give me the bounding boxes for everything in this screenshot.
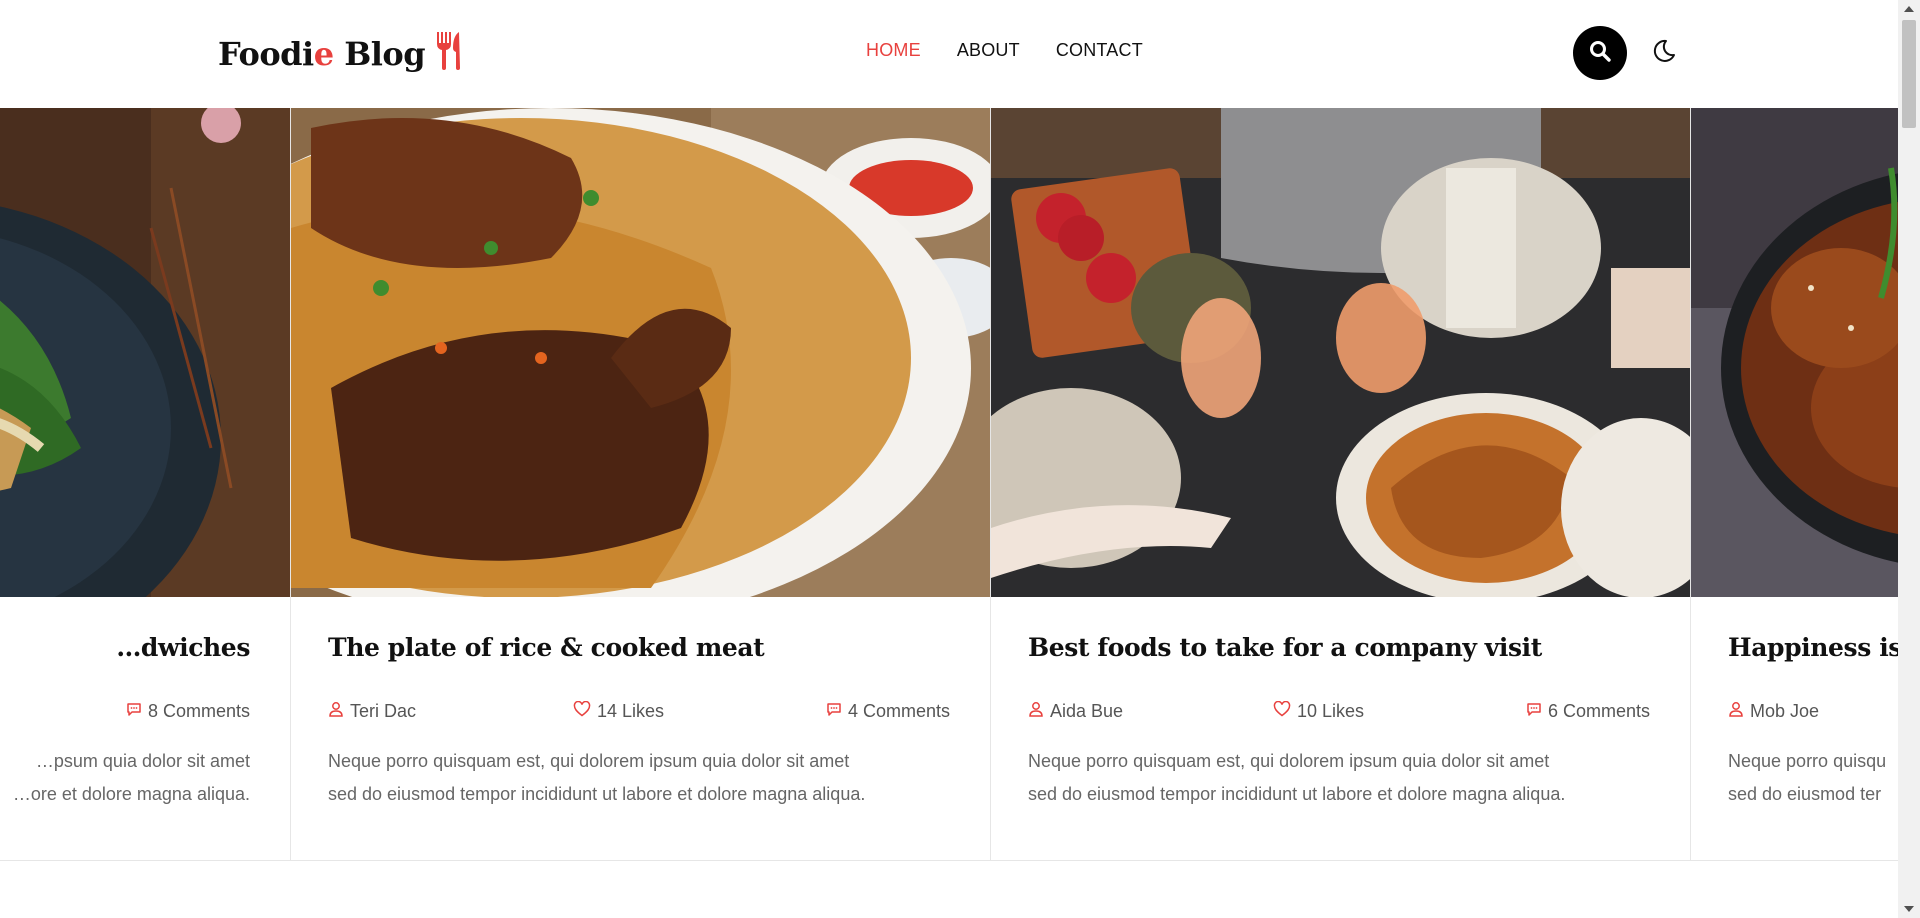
scroll-up-arrow-icon[interactable] xyxy=(1898,0,1920,18)
site-logo[interactable]: Foodi e Blog xyxy=(218,30,467,78)
theme-toggle-button[interactable] xyxy=(1648,38,1678,68)
post-likes-label: 10 Likes xyxy=(1297,701,1365,721)
post-comments[interactable]: 8 Comments xyxy=(126,701,250,722)
post-title[interactable]: Best foods to take for a company visit xyxy=(1028,633,1542,662)
scrollbar-thumb[interactable] xyxy=(1902,20,1916,128)
logo-text-accent: e xyxy=(313,35,334,73)
user-icon xyxy=(328,701,344,722)
post-title[interactable]: …dwiches xyxy=(116,633,250,662)
post-card[interactable]: Best foods to take for a company visit A… xyxy=(991,108,1691,860)
logo-text-part2: Blog xyxy=(333,35,426,73)
post-meta: 8 Comments xyxy=(0,701,250,723)
post-card[interactable]: …dwiches 8 Comments …psum quia dolor sit… xyxy=(0,108,291,860)
excerpt-line-1: …psum quia dolor sit amet xyxy=(35,751,250,771)
search-button[interactable] xyxy=(1573,26,1627,80)
post-excerpt: Neque porro quisqu sed do eiusmod ter xyxy=(1728,745,1898,811)
excerpt-line-2: sed do eiusmod tempor incididunt ut labo… xyxy=(328,784,866,804)
post-comments-label: 8 Comments xyxy=(147,701,250,721)
post-excerpt: Neque porro quisquam est, qui dolorem ip… xyxy=(328,745,968,811)
post-comments-label: 6 Comments xyxy=(1547,701,1650,721)
comment-icon xyxy=(126,701,142,722)
excerpt-line-2: sed do eiusmod tempor incididunt ut labo… xyxy=(1028,784,1566,804)
post-author-label: Mob Joe xyxy=(1750,701,1820,721)
comment-icon xyxy=(1526,701,1542,722)
post-meta: Aida Bue 10 Likes 6 Comments xyxy=(1028,700,1650,723)
logo-text-part1: Foodi xyxy=(218,35,314,73)
post-title[interactable]: Happiness is a xyxy=(1728,633,1898,662)
post-card[interactable]: Happiness is a Mob Joe Neque porro quisq… xyxy=(1691,108,1898,860)
user-icon xyxy=(1028,701,1044,722)
heart-icon xyxy=(573,700,591,722)
post-author-label: Aida Bue xyxy=(1050,701,1124,721)
post-author-label: Teri Dac xyxy=(350,701,417,721)
post-likes-label: 14 Likes xyxy=(597,701,665,721)
post-slider[interactable]: …dwiches 8 Comments …psum quia dolor sit… xyxy=(0,108,1898,860)
post-comments-label: 4 Comments xyxy=(847,701,950,721)
post-card[interactable]: The plate of rice & cooked meat Teri Dac… xyxy=(291,108,991,860)
excerpt-line-2: sed do eiusmod ter xyxy=(1728,784,1882,804)
moon-icon xyxy=(1649,37,1677,70)
fork-knife-icon xyxy=(431,30,467,78)
post-comments[interactable]: 6 Comments xyxy=(1526,701,1650,722)
post-image-rice-meat[interactable] xyxy=(291,108,990,597)
search-icon xyxy=(1588,39,1612,68)
post-likes[interactable]: 14 Likes xyxy=(573,700,665,722)
page-scrollbar[interactable] xyxy=(1898,0,1920,918)
nav-contact[interactable]: CONTACT xyxy=(1056,40,1143,61)
post-image-sandwich[interactable] xyxy=(0,108,290,597)
section-divider xyxy=(0,860,1898,861)
post-image-dinner-toast[interactable] xyxy=(991,108,1690,597)
post-comments[interactable]: 4 Comments xyxy=(826,701,950,722)
user-icon xyxy=(1728,701,1744,722)
post-title[interactable]: The plate of rice & cooked meat xyxy=(328,633,765,662)
main-nav: HOME ABOUT CONTACT xyxy=(866,40,1143,61)
post-meta: Mob Joe xyxy=(1728,701,1898,723)
excerpt-line-2: …ore et dolore magna aliqua. xyxy=(12,784,250,804)
scroll-down-arrow-icon[interactable] xyxy=(1898,900,1920,918)
nav-home[interactable]: HOME xyxy=(866,40,921,61)
post-meta: Teri Dac 14 Likes 4 Comments xyxy=(328,700,950,723)
post-likes[interactable]: 10 Likes xyxy=(1273,700,1365,722)
post-image-glazed-meat[interactable] xyxy=(1691,108,1898,597)
post-author[interactable]: Mob Joe xyxy=(1728,701,1819,722)
excerpt-line-1: Neque porro quisquam est, qui dolorem ip… xyxy=(328,751,850,771)
excerpt-line-1: Neque porro quisqu xyxy=(1728,751,1887,771)
heart-icon xyxy=(1273,700,1291,722)
site-header: Foodi e Blog HOME ABOUT CONTACT xyxy=(0,0,1898,108)
excerpt-line-1: Neque porro quisquam est, qui dolorem ip… xyxy=(1028,751,1550,771)
nav-about[interactable]: ABOUT xyxy=(957,40,1020,61)
post-author[interactable]: Aida Bue xyxy=(1028,701,1123,722)
comment-icon xyxy=(826,701,842,722)
post-excerpt: Neque porro quisquam est, qui dolorem ip… xyxy=(1028,745,1668,811)
post-excerpt: …psum quia dolor sit amet …ore et dolore… xyxy=(0,745,250,811)
post-author[interactable]: Teri Dac xyxy=(328,701,416,722)
